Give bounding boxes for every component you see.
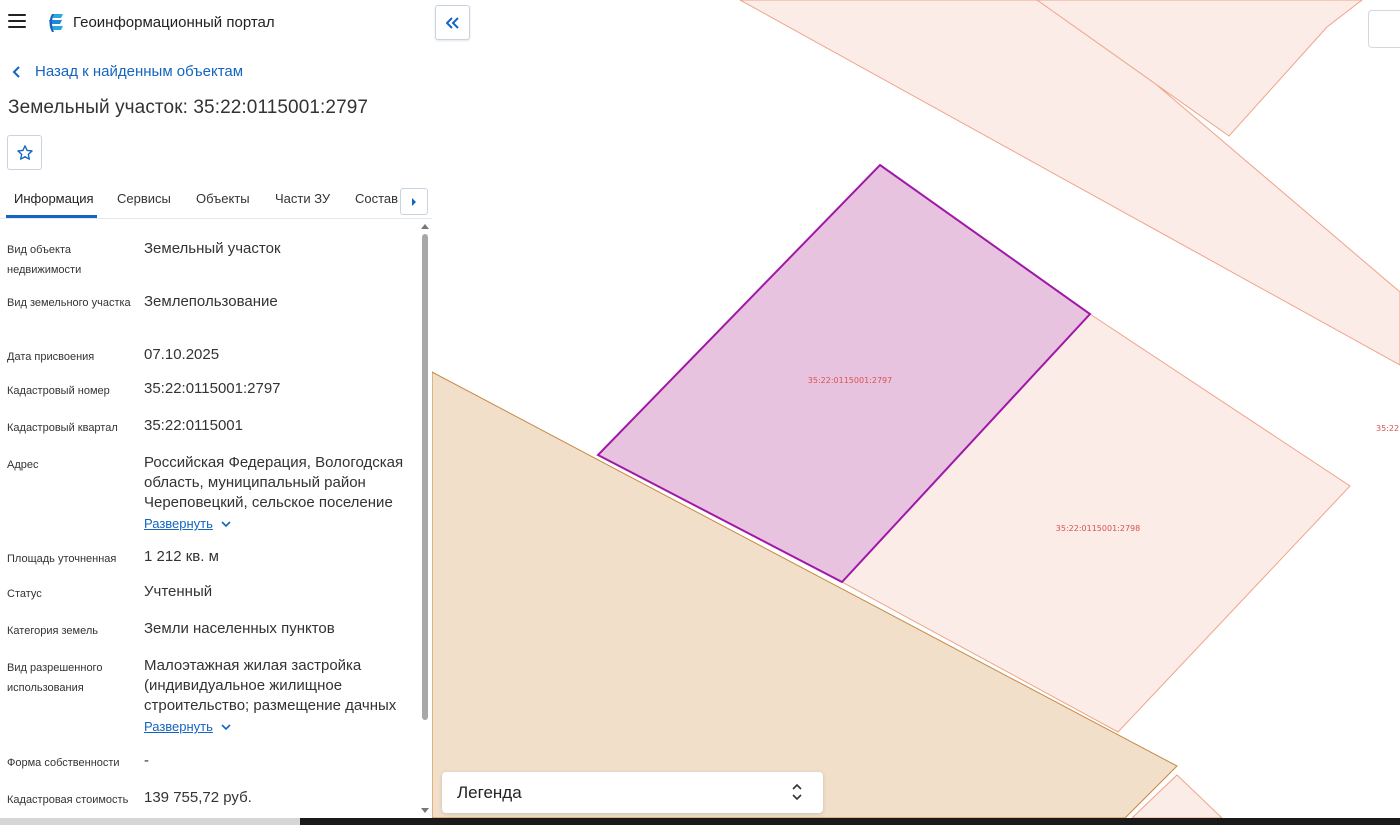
info-label: Вид земельного участка <box>7 297 131 309</box>
info-list: Вид объекта недвижимости Земельный участ… <box>0 226 420 816</box>
menu-icon[interactable] <box>8 14 26 28</box>
page-title: Земельный участок: 35:22:0115001:2797 <box>8 97 369 118</box>
legend-label: Легенда <box>457 783 522 802</box>
info-label: Кадастровая стоимость <box>7 794 129 806</box>
info-label: Адрес <box>7 459 39 471</box>
chevron-down-icon <box>221 723 231 730</box>
tab-composition[interactable]: Состав <box>355 191 398 206</box>
info-label: Вид объекта недвижимости <box>7 244 82 276</box>
expand-address-link[interactable]: Развернуть <box>144 516 231 531</box>
info-value: 35:22:0115001:2797 <box>144 380 281 397</box>
info-value: Малоэтажная жилая застройка (индивидуаль… <box>144 657 397 714</box>
tab-information[interactable]: Информация <box>14 191 94 206</box>
info-scrollbar[interactable] <box>420 222 430 818</box>
info-value: 35:22:0115001 <box>144 417 243 434</box>
taskbar-strip <box>0 818 1400 825</box>
info-value: Землепользование <box>144 293 278 310</box>
info-value: Учтенный <box>144 583 213 600</box>
expand-link-label: Развернуть <box>144 516 213 531</box>
legend-dropdown[interactable]: Легенда <box>442 772 823 813</box>
expand-permitted-use-link[interactable]: Развернуть <box>144 719 231 734</box>
taskbar-segment <box>0 818 300 825</box>
chevron-left-icon <box>12 65 20 78</box>
info-value: Земельный участок <box>144 240 281 257</box>
scroll-down-arrow[interactable] <box>421 808 429 813</box>
app-header: Геоинформационный портал <box>0 0 432 46</box>
map-label-neighbor: 35:22:0115001:2798 <box>1056 524 1140 533</box>
chevron-down-icon <box>221 520 231 527</box>
info-label: Дата присвоения <box>7 351 95 363</box>
info-value: 139 755,72 руб. <box>144 789 252 806</box>
active-tab-indicator <box>6 215 97 218</box>
info-label: Кадастровый квартал <box>7 422 118 434</box>
info-value: 1 212 кв. м <box>144 548 219 565</box>
tabs-scroll-right-button[interactable] <box>400 188 428 215</box>
back-to-results-link[interactable]: Назад к найденным объектам <box>10 63 243 80</box>
scroll-up-arrow[interactable] <box>421 224 429 229</box>
info-value: 07.10.2025 <box>144 346 220 363</box>
map-canvas[interactable]: 35:22:0115001:2797 35:22:0115001:2798 35… <box>432 0 1400 818</box>
info-value: - <box>144 752 149 769</box>
back-link-label: Назад к найденным объектам <box>35 63 244 80</box>
tab-objects[interactable]: Объекты <box>196 191 250 206</box>
scroll-thumb[interactable] <box>422 234 428 720</box>
caret-right-icon <box>412 197 416 206</box>
info-value: Земли населенных пунктов <box>144 620 335 637</box>
info-value: Российская Федерация, Вологодская област… <box>144 454 404 511</box>
info-label: Статус <box>7 588 42 600</box>
tab-bar: Информация Сервисы Объекты Части ЗУ Сост… <box>0 183 432 219</box>
info-label: Площадь уточненная <box>7 553 117 565</box>
map-tool-button[interactable] <box>1368 10 1400 48</box>
info-label: Категория земель <box>7 625 98 637</box>
star-icon <box>16 144 33 160</box>
info-panel: Геоинформационный портал Назад к найденн… <box>0 0 432 825</box>
app-title: Геоинформационный портал <box>73 14 275 31</box>
double-chevron-left-icon <box>445 16 459 29</box>
map-label-selected: 35:22:0115001:2797 <box>808 376 892 385</box>
up-down-arrows-icon <box>792 783 802 801</box>
info-label: Форма собственности <box>7 757 120 769</box>
info-label: Кадастровый номер <box>7 385 110 397</box>
expand-link-label: Развернуть <box>144 719 213 734</box>
favorite-button[interactable] <box>7 135 42 170</box>
tab-services[interactable]: Сервисы <box>117 191 171 206</box>
tab-parts[interactable]: Части ЗУ <box>275 191 330 206</box>
portal-logo-icon <box>49 14 63 32</box>
collapse-panel-button[interactable] <box>435 5 470 40</box>
map-view[interactable]: 35:22:0115001:2797 35:22:0115001:2798 35… <box>432 0 1400 818</box>
map-label-edge: 35:22 <box>1376 424 1399 433</box>
info-label: Вид разрешенного использования <box>7 662 103 694</box>
